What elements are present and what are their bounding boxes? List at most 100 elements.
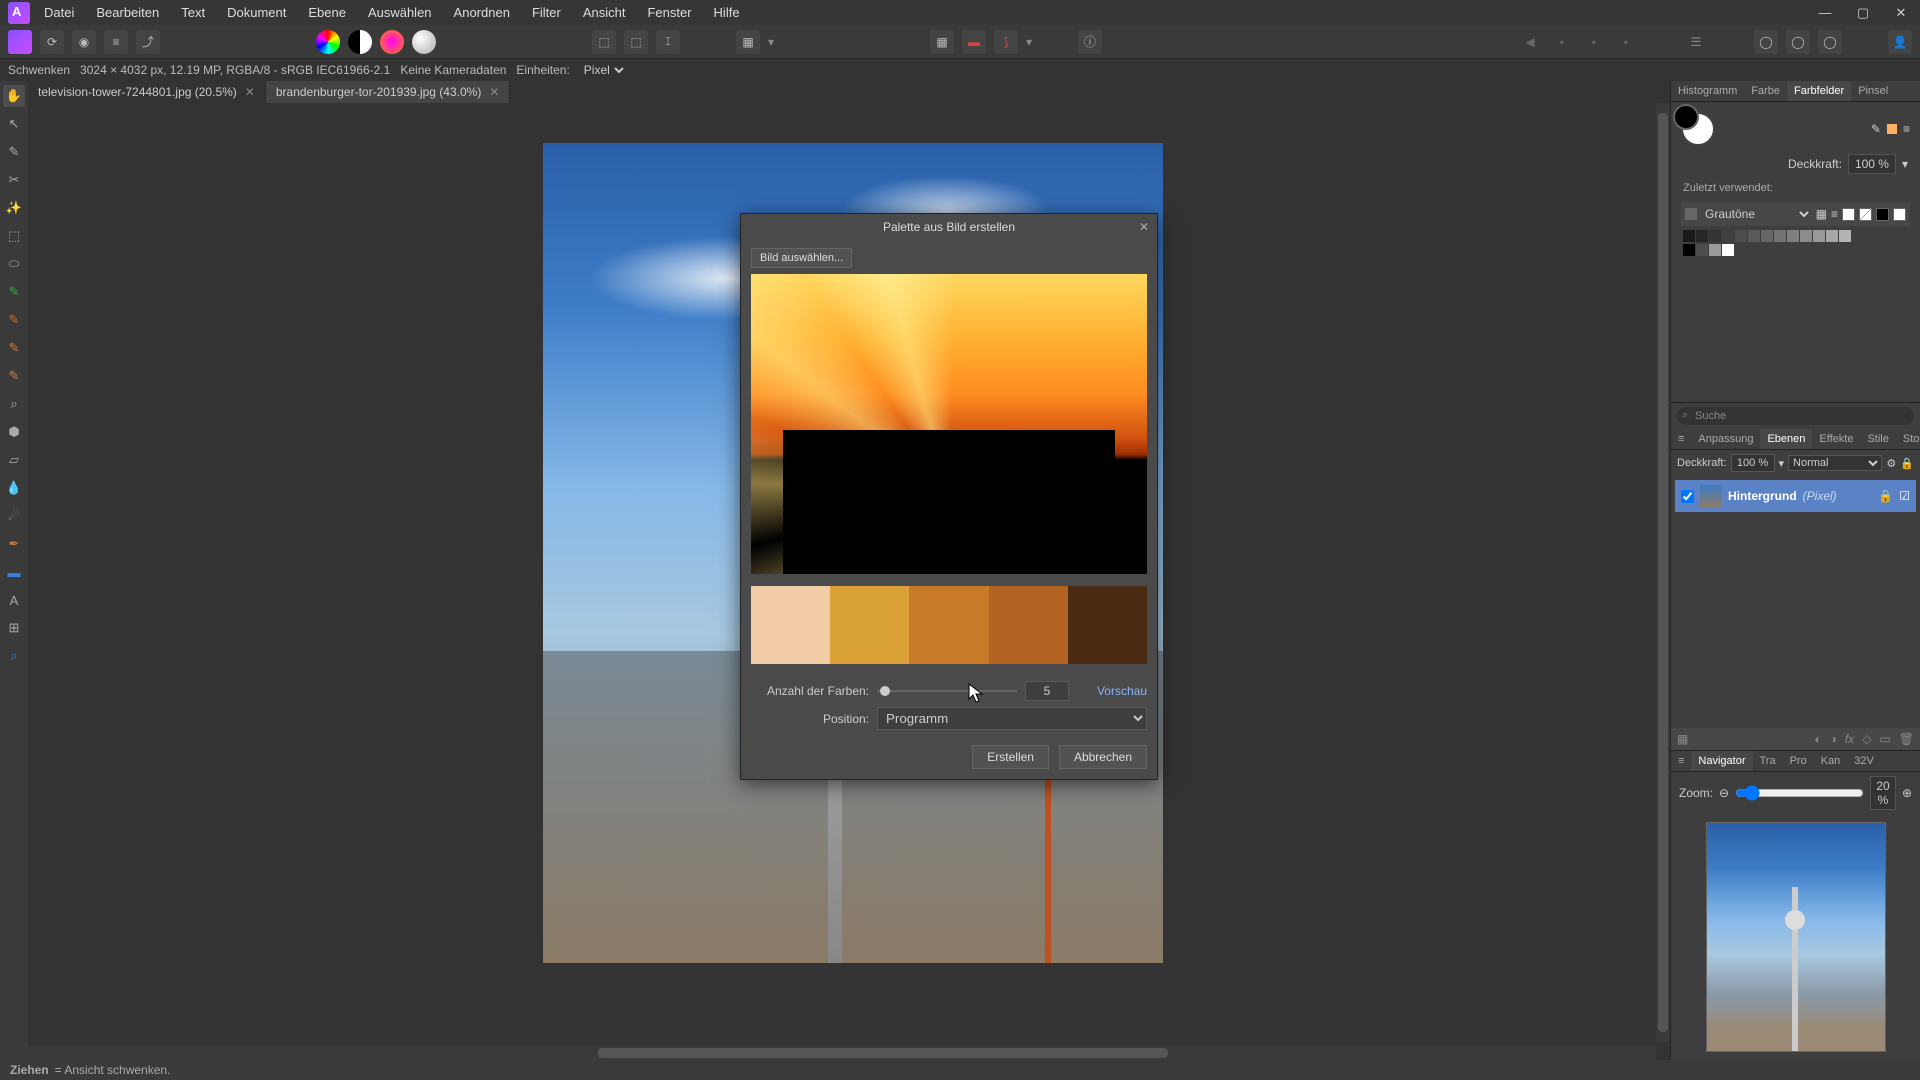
swatch[interactable] <box>1696 230 1708 242</box>
swatch[interactable] <box>1683 244 1695 256</box>
circle1-icon[interactable]: ◯ <box>1754 30 1778 54</box>
swatch[interactable] <box>1826 230 1838 242</box>
search-input[interactable]: Suche <box>1677 407 1914 425</box>
minimize-button[interactable]: — <box>1806 0 1844 25</box>
selection-dash-icon[interactable]: ⬚ <box>624 30 648 54</box>
panel-menu-icon[interactable]: ≡ <box>1903 122 1910 136</box>
hue-icon[interactable] <box>380 30 404 54</box>
bw-icon[interactable] <box>348 30 372 54</box>
gradient-tool[interactable]: ▱ <box>3 449 25 471</box>
pan-tool[interactable]: ✋ <box>3 85 25 107</box>
marquee-tool[interactable]: ⬚ <box>3 225 25 247</box>
maximize-button[interactable]: ▢ <box>1844 0 1882 25</box>
panel-hamburger-icon[interactable]: ≡ <box>1671 751 1691 771</box>
panel-tab-effekte[interactable]: Effekte <box>1812 429 1860 449</box>
layers-view-icon[interactable]: ▦ <box>1677 732 1688 746</box>
swatch[interactable] <box>1748 230 1760 242</box>
menu-anordnen[interactable]: Anordnen <box>454 5 510 20</box>
move-tool[interactable]: ↖ <box>3 113 25 135</box>
create-button[interactable]: Erstellen <box>972 745 1049 769</box>
panel-tab-pro[interactable]: Pro <box>1783 751 1814 771</box>
mini-sw-none[interactable] <box>1842 208 1855 221</box>
swatch[interactable] <box>1735 230 1747 242</box>
zoom-tool[interactable]: ⌕ <box>3 393 25 415</box>
panel-tab-farbe[interactable]: Farbe <box>1744 81 1787 101</box>
palette-swatch[interactable] <box>1068 586 1147 664</box>
panel-tab-pinsel[interactable]: Pinsel <box>1851 81 1895 101</box>
tag-icon[interactable]: ◇ <box>1862 732 1871 746</box>
panel-tab-ebenen[interactable]: Ebenen <box>1760 429 1812 449</box>
zoom-value[interactable]: 20 % <box>1870 776 1896 810</box>
menu-bearbeiten[interactable]: Bearbeiten <box>96 5 159 20</box>
shape-tool[interactable]: ▬ <box>3 561 25 583</box>
swatch[interactable] <box>1813 230 1825 242</box>
panel-tab-anpassung[interactable]: Anpassung <box>1691 429 1760 449</box>
chevron-down-icon[interactable]: ▾ <box>1779 457 1785 470</box>
pin-icon[interactable]: ⟆ <box>994 30 1018 54</box>
layer-opacity-value[interactable]: 100 % <box>1731 454 1775 472</box>
crop-tool[interactable]: ✂ <box>3 169 25 191</box>
nav-back-icon[interactable]: ◀ <box>1518 30 1542 54</box>
info-icon[interactable]: ⓘ <box>1078 30 1102 54</box>
horizontal-scrollbar[interactable] <box>28 1046 1656 1060</box>
lasso-tool[interactable]: ⬭ <box>3 253 25 275</box>
mini-sw-white[interactable] <box>1893 208 1906 221</box>
units-select[interactable]: Pixel <box>580 62 627 78</box>
menu-auswählen[interactable]: Auswählen <box>368 5 432 20</box>
menu-bars-icon[interactable]: ☰ <box>1684 30 1708 54</box>
menu-ebene[interactable]: Ebene <box>308 5 346 20</box>
select-image-button[interactable]: Bild auswählen... <box>751 248 852 268</box>
swatch[interactable] <box>1787 230 1799 242</box>
nav-2-icon[interactable]: ▪ <box>1582 30 1606 54</box>
zoom-in-icon[interactable]: ⊕ <box>1902 786 1912 800</box>
text-cursor-icon[interactable]: 𝙸 <box>656 30 680 54</box>
color-picker-icon[interactable] <box>316 30 340 54</box>
swatch[interactable] <box>1722 244 1734 256</box>
sphere-icon[interactable] <box>412 30 436 54</box>
panel-tab-histogramm[interactable]: Histogramm <box>1671 81 1744 101</box>
panel-tab-tra[interactable]: Tra <box>1753 751 1783 771</box>
palette-swatch[interactable] <box>830 586 909 664</box>
selection-rect-icon[interactable]: ⬚ <box>592 30 616 54</box>
document-tab[interactable]: brandenburger-tor-201939.jpg (43.0%)✕ <box>266 81 511 103</box>
magnify-tool[interactable]: ⌕ <box>3 645 25 667</box>
vertical-scrollbar[interactable] <box>1656 103 1670 1042</box>
swatch[interactable] <box>1761 230 1773 242</box>
gear-icon[interactable]: ⚙ <box>1886 457 1896 470</box>
panel-hamburger-icon[interactable]: ≡ <box>1671 429 1691 449</box>
adjustment-icon[interactable]: ◑ <box>1830 732 1837 746</box>
swatch[interactable] <box>1722 230 1734 242</box>
menu-datei[interactable]: Datei <box>44 5 74 20</box>
palette-swatch[interactable] <box>989 586 1068 664</box>
menu-hilfe[interactable]: Hilfe <box>714 5 740 20</box>
swatch-list-icon[interactable]: ≡ <box>1831 207 1838 221</box>
layer-check-icon[interactable]: ☑ <box>1899 489 1910 503</box>
tab-close-icon[interactable]: ✕ <box>489 85 499 99</box>
menu-filter[interactable]: Filter <box>532 5 561 20</box>
layer-row[interactable]: Hintergrund (Pixel) 🔒 ☑ <box>1675 480 1916 512</box>
crop-icon[interactable]: ▦ <box>736 30 760 54</box>
swatch[interactable] <box>1774 230 1786 242</box>
document-tab[interactable]: television-tower-7244801.jpg (20.5%)✕ <box>28 81 266 103</box>
smudge-tool[interactable]: ☄ <box>3 505 25 527</box>
grid-icon[interactable]: ▦ <box>930 30 954 54</box>
lock-icon[interactable]: 🔒 <box>1900 457 1914 470</box>
refresh-icon[interactable]: ⟳ <box>40 30 64 54</box>
panel-tab-32v[interactable]: 32V <box>1847 751 1881 771</box>
navigator-thumbnail[interactable] <box>1706 822 1886 1052</box>
retouch-tool[interactable]: ✎ <box>3 365 25 387</box>
bars-icon[interactable]: ≡ <box>104 30 128 54</box>
drop-tool[interactable]: 💧 <box>3 477 25 499</box>
close-window-button[interactable]: ✕ <box>1882 0 1920 25</box>
menu-ansicht[interactable]: Ansicht <box>583 5 626 20</box>
swatch[interactable] <box>1683 230 1695 242</box>
mini-sw-red[interactable] <box>1859 208 1872 221</box>
menu-fenster[interactable]: Fenster <box>647 5 691 20</box>
tab-close-icon[interactable]: ✕ <box>245 85 255 99</box>
panel-tab-kan[interactable]: Kan <box>1814 751 1848 771</box>
share-icon[interactable]: ⤴ <box>136 30 160 54</box>
mini-sw-black[interactable] <box>1876 208 1889 221</box>
fx-icon[interactable]: fx <box>1845 732 1854 746</box>
wand-tool[interactable]: ✨ <box>3 197 25 219</box>
panel-tab-stock[interactable]: Stock <box>1896 429 1920 449</box>
